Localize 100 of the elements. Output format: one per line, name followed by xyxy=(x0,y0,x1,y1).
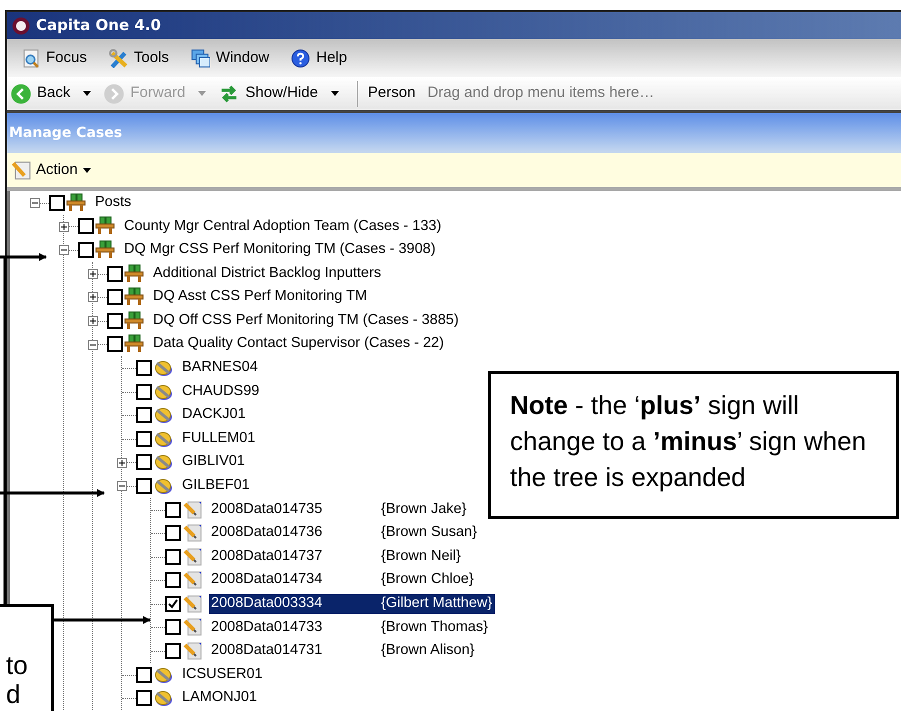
checkbox[interactable] xyxy=(136,360,152,376)
case-id: 2008Data014736 xyxy=(211,523,324,542)
caret-icon xyxy=(198,91,206,96)
caret-icon xyxy=(83,91,92,96)
checkbox[interactable] xyxy=(165,619,181,636)
checkbox[interactable] xyxy=(136,690,152,706)
toolbar-button[interactable]: Person xyxy=(368,82,416,105)
checkbox[interactable] xyxy=(165,643,181,660)
checkbox[interactable] xyxy=(107,266,123,282)
expand-button[interactable] xyxy=(88,316,98,326)
checkbox[interactable] xyxy=(49,194,65,211)
minus-icon xyxy=(32,200,38,206)
desk-icon xyxy=(95,216,115,236)
case-row[interactable]: 2008Data014735 {Brown Jake} xyxy=(209,500,470,520)
pencil-page-icon xyxy=(182,546,202,567)
caret-icon xyxy=(330,91,339,96)
desk-icon xyxy=(124,287,144,308)
pencil-page-icon xyxy=(182,594,202,614)
checkbox[interactable] xyxy=(136,430,152,447)
checkbox[interactable] xyxy=(78,242,94,258)
menu-item[interactable]: Window xyxy=(190,46,270,70)
checkbox[interactable] xyxy=(78,218,94,234)
toolbar-button[interactable]: Back xyxy=(10,82,92,105)
tree-item[interactable]: BARNES04 xyxy=(180,358,260,378)
action-menu-button[interactable]: Action xyxy=(11,158,91,182)
client-name: {Brown Alison} xyxy=(381,641,476,660)
window-title: Capita One 4.0 xyxy=(36,15,161,36)
pencil-page-icon xyxy=(182,641,202,662)
tree-item[interactable]: County Mgr Central Adoption Team (Cases - 133) xyxy=(122,216,444,236)
minus-icon xyxy=(119,483,125,490)
collapse-button[interactable] xyxy=(88,340,98,350)
tree-item[interactable]: DQ Off CSS Perf Monitoring TM (Cases - 3885) xyxy=(151,310,461,331)
note-callout: Note - the ‘plus’ sign will change to a ’minus’ sign when the tree is expanded xyxy=(488,371,899,519)
tree-item[interactable]: ICSUSER01 xyxy=(180,664,265,685)
checkbox[interactable] xyxy=(136,454,152,470)
case-row[interactable]: 2008Data003334 {Gilbert Matthew} xyxy=(209,594,496,614)
collapse-button[interactable] xyxy=(30,198,40,208)
menu-item[interactable]: Focus xyxy=(21,46,87,70)
plus-icon xyxy=(90,270,96,277)
desk-icon xyxy=(95,240,115,260)
tree-item[interactable]: Data Quality Contact Supervisor (Cases - 22) xyxy=(151,334,446,354)
collapse-button[interactable] xyxy=(117,481,127,492)
checkbox[interactable] xyxy=(136,478,152,494)
checkbox[interactable] xyxy=(136,666,152,683)
checkbox[interactable] xyxy=(165,548,181,565)
checkbox[interactable] xyxy=(136,384,152,400)
expand-button[interactable] xyxy=(117,458,127,468)
client-name: {Brown Thomas} xyxy=(381,618,489,637)
client-name: {Brown Neil} xyxy=(381,546,462,566)
expand-button[interactable] xyxy=(88,268,98,279)
desk-icon xyxy=(124,310,144,331)
checkbox[interactable] xyxy=(136,407,152,424)
desk-icon xyxy=(66,192,86,213)
tree-item[interactable]: Additional District Backlog Inputters xyxy=(151,264,384,284)
checkbox[interactable] xyxy=(165,572,181,588)
pencil-page-icon xyxy=(11,160,31,180)
tree-item[interactable]: LAMONJ01 xyxy=(180,688,259,708)
checkbox[interactable] xyxy=(165,525,181,542)
callout-text: to d xyxy=(6,651,29,709)
checkbox[interactable] xyxy=(107,289,123,306)
tree-item[interactable]: GILBEF01 xyxy=(180,476,252,496)
tree-item[interactable]: GIBLIV01 xyxy=(180,452,247,472)
toolbar-hint: Drag and drop menu items here… xyxy=(427,83,654,104)
tree-item[interactable]: DQ Mgr CSS Perf Monitoring TM (Cases - 3908) xyxy=(122,240,438,260)
case-id: 2008Data014733 xyxy=(211,618,324,637)
client-name: {Brown Chloe} xyxy=(381,570,475,590)
menu-item[interactable]: Help xyxy=(291,46,348,70)
tree-item[interactable]: DACKJ01 xyxy=(180,405,248,426)
toolbar-button[interactable]: Show/Hide xyxy=(218,82,339,105)
tree-item[interactable]: Posts xyxy=(93,192,134,213)
user-badge-icon xyxy=(153,688,173,708)
user-badge-icon xyxy=(153,405,173,426)
pencil-page-icon xyxy=(182,523,202,544)
checkbox[interactable] xyxy=(165,502,181,518)
tree-item[interactable]: CHAUDS99 xyxy=(180,382,262,402)
checkbox[interactable] xyxy=(107,312,123,329)
checkbox[interactable] xyxy=(165,596,181,612)
tree-item[interactable]: DQ Asst CSS Perf Monitoring TM xyxy=(151,287,370,308)
case-row[interactable]: 2008Data014733 {Brown Thomas} xyxy=(209,617,491,638)
case-row[interactable]: 2008Data014734 {Brown Chloe} xyxy=(209,570,477,590)
desk-icon xyxy=(124,334,144,354)
case-row[interactable]: 2008Data014731 {Brown Alison} xyxy=(209,641,478,662)
search-page-icon xyxy=(21,48,40,68)
collapse-button[interactable] xyxy=(59,245,69,256)
panel-title: Manage Cases xyxy=(9,124,122,142)
app-logo-icon xyxy=(12,16,30,34)
checkbox[interactable] xyxy=(107,336,123,352)
case-row[interactable]: 2008Data014737 {Brown Neil} xyxy=(209,546,464,567)
windows-icon xyxy=(190,48,210,68)
expand-button[interactable] xyxy=(59,222,69,232)
expand-button[interactable] xyxy=(88,292,98,302)
pencil-page-icon xyxy=(182,617,202,638)
help-icon xyxy=(291,48,310,68)
minus-icon xyxy=(61,247,67,254)
plus-icon xyxy=(61,224,67,230)
pencil-page-icon xyxy=(182,570,202,590)
case-id: 2008Data014735 xyxy=(211,500,324,519)
tree-item[interactable]: FULLEM01 xyxy=(180,428,258,449)
case-row[interactable]: 2008Data014736 {Brown Susan} xyxy=(209,523,480,544)
menu-item[interactable]: Tools xyxy=(108,46,169,70)
